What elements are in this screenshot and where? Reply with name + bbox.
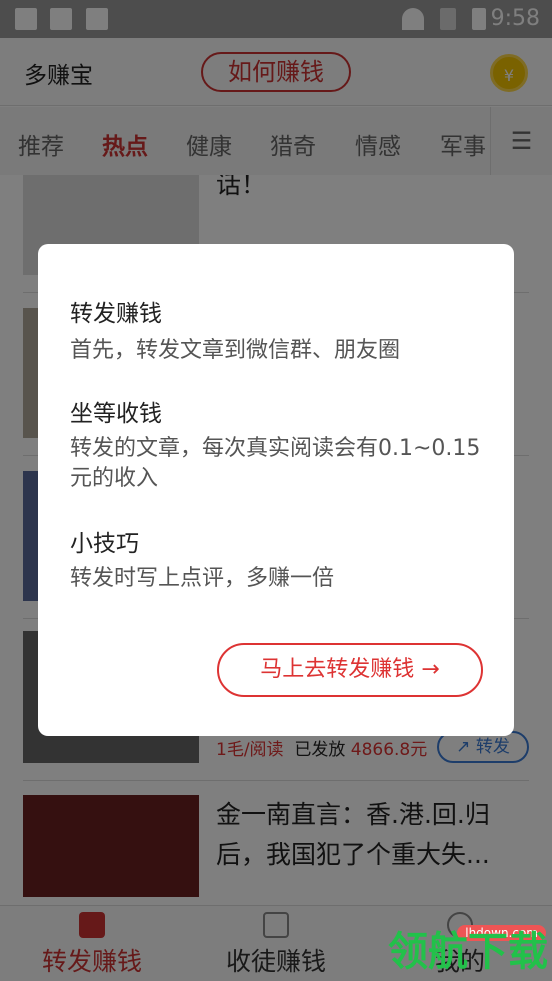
- watermark: 领航下载: [388, 929, 548, 975]
- go-share-button[interactable]: 马上去转发赚钱 →: [217, 643, 483, 697]
- section-text: 首先，转发文章到微信群、朋友圈: [70, 338, 401, 363]
- section-text: 转发时写上点评，多赚一倍: [70, 566, 335, 591]
- section-heading: 坐等收钱: [70, 401, 162, 427]
- section-heading: 转发赚钱: [70, 301, 162, 327]
- section-text: 转发的文章，每次真实阅读会有0.1~0.15元的收入: [70, 436, 481, 491]
- section-heading: 小技巧: [70, 531, 139, 557]
- how-to-earn-dialog: 转发赚钱 首先，转发文章到微信群、朋友圈 坐等收钱 转发的文章，每次真实阅读会有…: [38, 244, 514, 736]
